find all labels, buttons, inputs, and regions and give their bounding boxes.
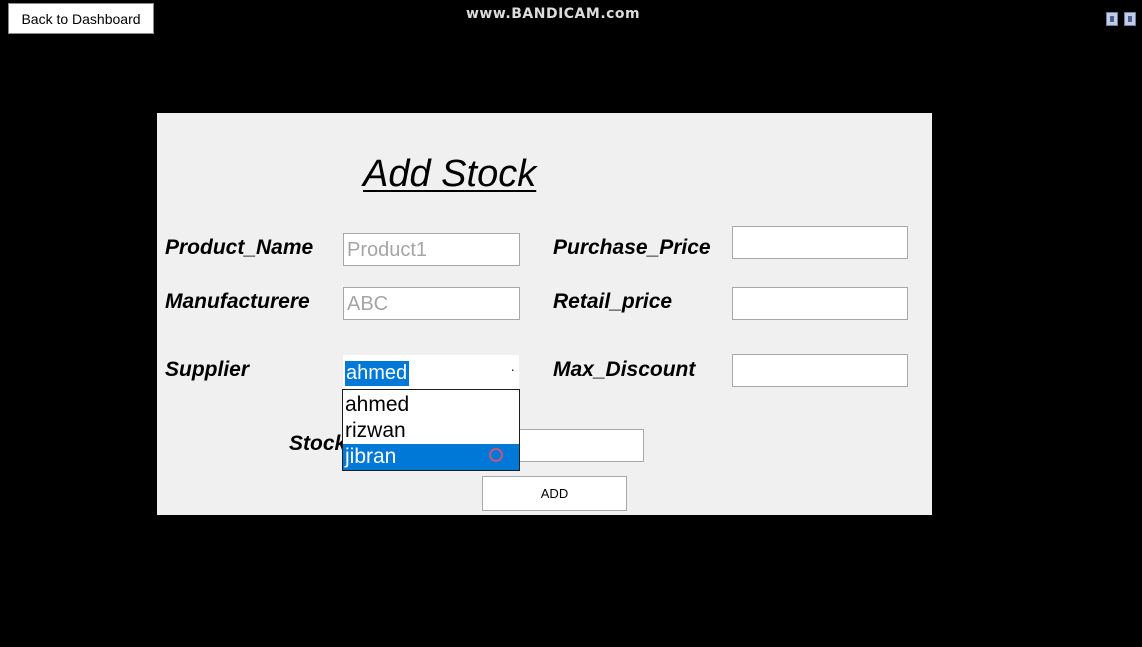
max-discount-input[interactable]	[732, 354, 908, 387]
cursor-icon	[489, 448, 503, 462]
supplier-option-rizwan[interactable]: rizwan	[343, 418, 519, 444]
purchase-price-input[interactable]	[732, 226, 908, 259]
watermark: www.BANDICAM.com	[466, 6, 641, 22]
supplier-option-jibran[interactable]: jibran	[343, 444, 519, 470]
app-window: Back to Dashboard www.BANDICAM.com Add S…	[0, 0, 1142, 647]
stock-label: Stock	[289, 432, 347, 455]
supplier-option-label: jibran	[345, 445, 397, 468]
supplier-dropdown-list: ahmed rizwan jibran	[342, 389, 520, 471]
dropdown-arrow-icon[interactable]: ·	[510, 359, 515, 379]
window-icon[interactable]	[1106, 12, 1118, 26]
supplier-label: Supplier	[165, 358, 250, 381]
supplier-select[interactable]: ahmed ·	[343, 355, 519, 389]
back-to-dashboard-button[interactable]: Back to Dashboard	[8, 3, 154, 34]
manufacturer-label: Manufacturere	[165, 290, 310, 313]
add-stock-panel: Add Stock Product_Name Manufacturere Sup…	[157, 113, 932, 515]
retail-price-input[interactable]	[732, 287, 908, 320]
supplier-option-ahmed[interactable]: ahmed	[343, 392, 519, 418]
page-title: Add Stock	[363, 153, 537, 195]
purchase-price-label: Purchase_Price	[553, 236, 711, 259]
max-discount-label: Max_Discount	[553, 358, 696, 381]
stock-input[interactable]	[517, 429, 644, 462]
supplier-selected-value: ahmed	[345, 361, 410, 386]
product-name-input[interactable]: Product1	[343, 233, 520, 266]
window-controls	[1106, 12, 1136, 26]
manufacturer-input[interactable]: ABC	[343, 287, 520, 320]
retail-price-label: Retail_price	[553, 290, 673, 313]
add-button[interactable]: ADD	[482, 476, 627, 511]
product-name-label: Product_Name	[165, 236, 314, 259]
window-icon[interactable]	[1124, 12, 1136, 26]
